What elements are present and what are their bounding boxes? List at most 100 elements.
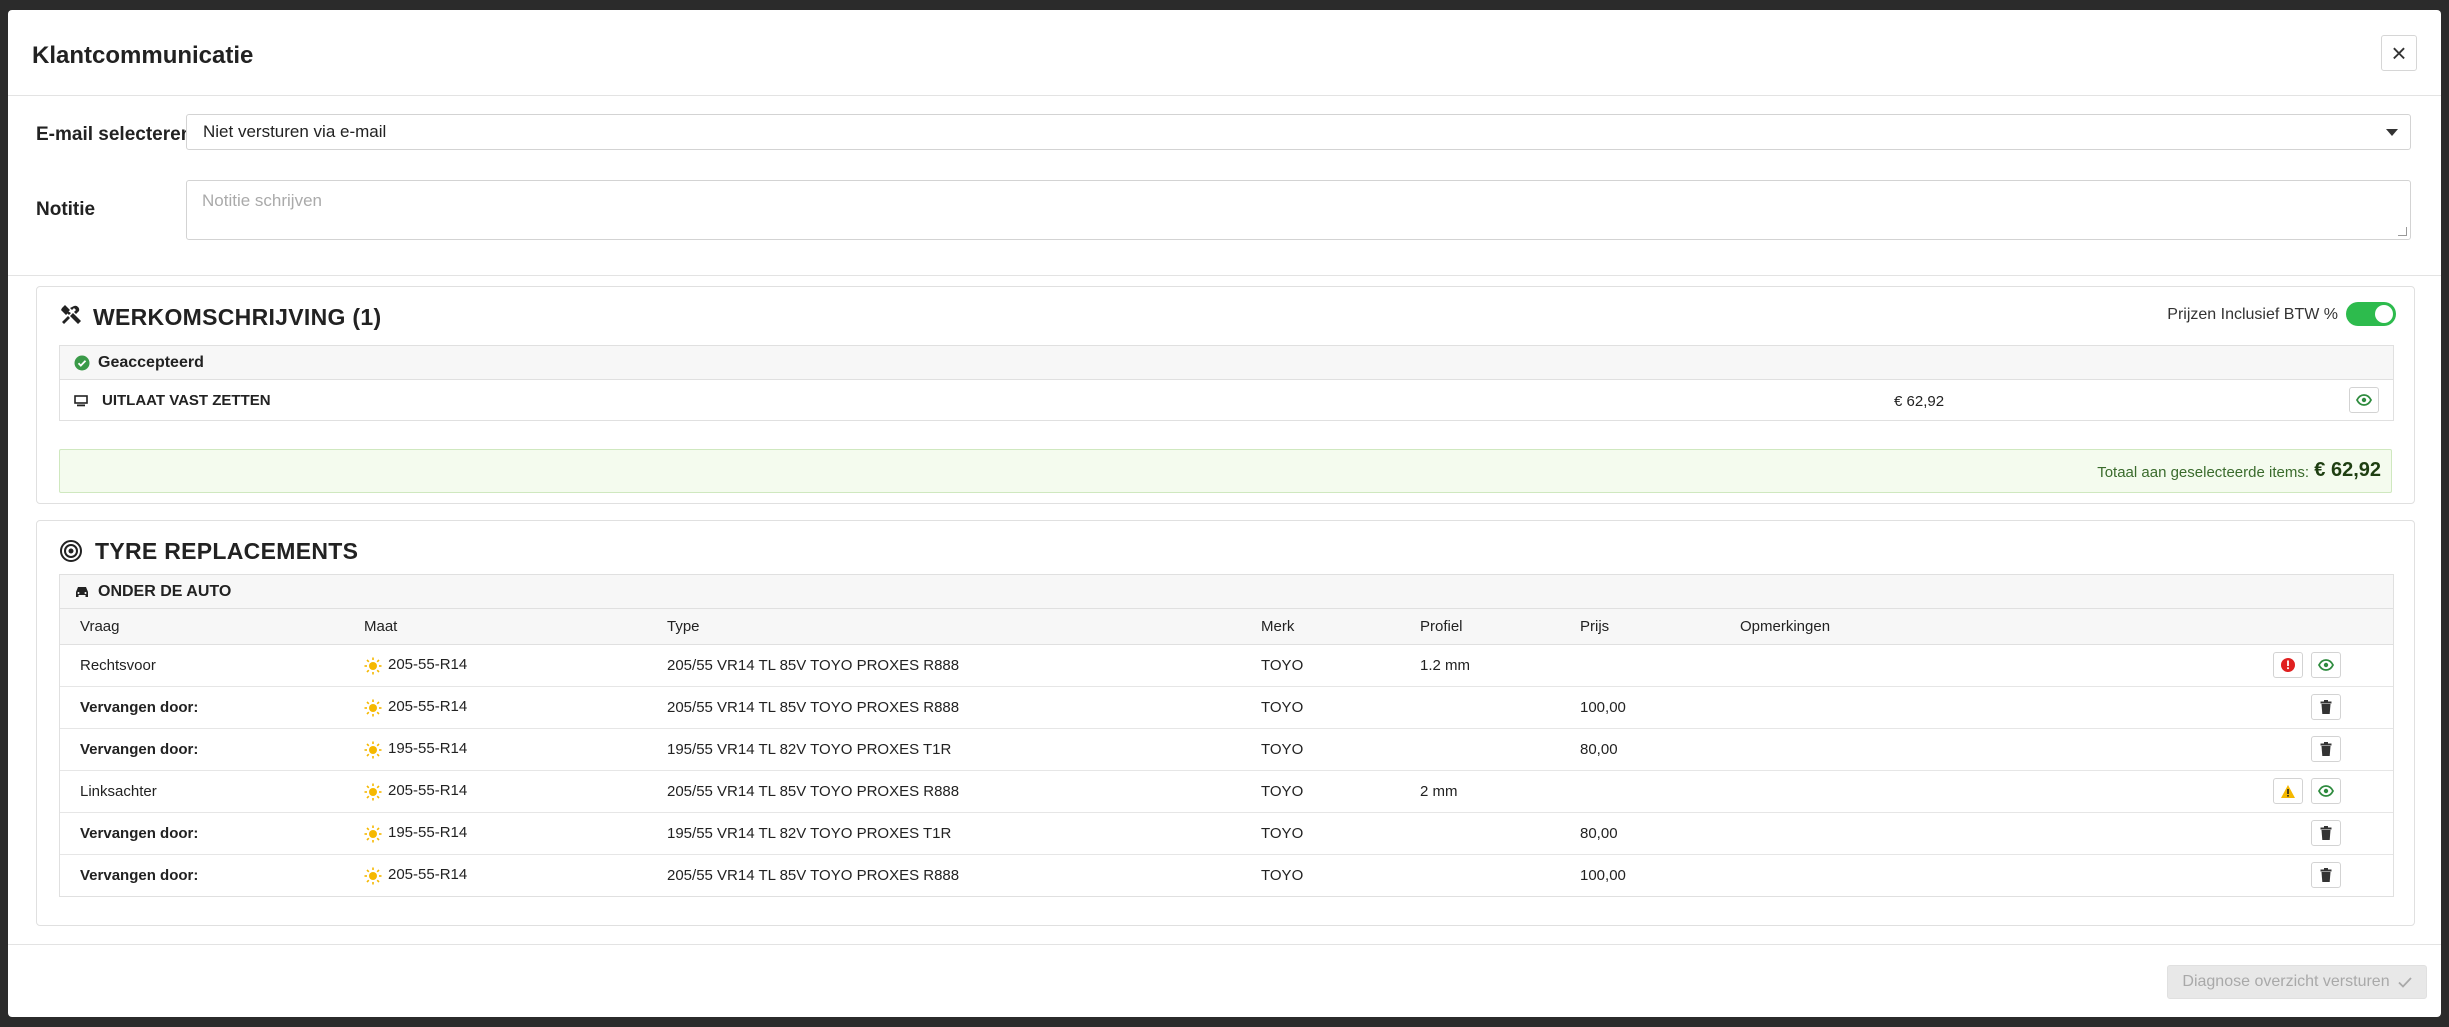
- total-value: € 62,92: [2314, 459, 2381, 481]
- cell-merk: TOYO: [1261, 812, 1420, 855]
- cell-merk-text: TOYO: [1261, 825, 1304, 842]
- cell-maat: 205-55-R14: [364, 855, 667, 897]
- cell-type: 195/55 VR14 TL 82V TOYO PROXES T1R: [667, 728, 1261, 771]
- monitor-icon: [74, 395, 88, 407]
- tools-icon: [61, 305, 81, 324]
- total-label: Totaal aan geselecteerde items:: [2097, 464, 2309, 481]
- cell-type-text: 205/55 VR14 TL 85V TOYO PROXES R888: [667, 783, 960, 800]
- under-car-group-label: ONDER DE AUTO: [98, 583, 232, 600]
- close-button[interactable]: ×: [2381, 35, 2417, 71]
- column-header-maat: Maat: [364, 609, 667, 645]
- column-header-type: Type: [667, 609, 1261, 645]
- modal-title: Klantcommunicatie: [32, 42, 254, 69]
- column-header-opmerkingen: Opmerkingen: [1740, 609, 2393, 645]
- row-actions: [2273, 778, 2341, 804]
- check-circle-icon: [74, 355, 90, 371]
- column-header-profiel: Profiel: [1420, 609, 1580, 645]
- cell-type-text: 205/55 VR14 TL 85V TOYO PROXES R888: [667, 867, 960, 884]
- work-title: WERKOMSCHRIJVING (1): [93, 304, 382, 330]
- view-button[interactable]: [2311, 652, 2341, 678]
- work-description-card: WERKOMSCHRIJVING (1) Prijzen Inclusief B…: [36, 286, 2415, 504]
- cell-profiel-text: 2 mm: [1420, 783, 1458, 800]
- vat-toggle-label: Prijzen Inclusief BTW %: [2167, 306, 2338, 323]
- delete-button[interactable]: [2311, 862, 2341, 888]
- cell-maat-text: 205-55-R14: [388, 698, 468, 716]
- note-placeholder: Notitie schrijven: [202, 191, 322, 210]
- cell-vraag-text: Vervangen door:: [80, 867, 199, 884]
- cell-profiel: [1420, 728, 1580, 771]
- tyre-replacements-card: TYRE REPLACEMENTS ONDER DE AUTO Vraag Ma…: [36, 520, 2415, 926]
- error-icon: [2281, 658, 2295, 672]
- email-select[interactable]: Niet versturen via e-mail: [186, 114, 2411, 150]
- cell-vraag-text: Vervangen door:: [80, 825, 199, 842]
- cell-maat-text: 195-55-R14: [388, 824, 468, 842]
- cell-prijs: 80,00: [1580, 812, 1740, 855]
- cell-prijs: [1580, 770, 1740, 813]
- send-diagnosis-label: Diagnose overzicht versturen: [2182, 973, 2390, 990]
- modal-dialog: Klantcommunicatie × E-mail selecteren* N…: [8, 10, 2441, 1017]
- work-item-row: UITLAAT VAST ZETTEN € 62,92: [60, 380, 2393, 420]
- tyre-icon: [60, 540, 82, 562]
- vat-toggle[interactable]: [2346, 302, 2396, 326]
- check-icon: [2397, 976, 2412, 988]
- delete-button[interactable]: [2311, 820, 2341, 846]
- row-actions: [2311, 694, 2341, 720]
- cell-vraag: Rechtsvoor: [60, 644, 364, 687]
- cell-type-text: 205/55 VR14 TL 85V TOYO PROXES R888: [667, 699, 960, 716]
- table-row: Vervangen door: 205-55-R14 205/55 VR14 TL …: [60, 855, 2393, 897]
- cell-vraag: Vervangen door:: [60, 812, 364, 855]
- column-header-prijs: Prijs: [1580, 609, 1740, 645]
- cell-maat-text: 205-55-R14: [388, 866, 468, 884]
- warning-icon: [2281, 784, 2295, 798]
- cell-profiel: [1420, 855, 1580, 897]
- cell-merk: TOYO: [1261, 686, 1420, 729]
- work-item-label: UITLAAT VAST ZETTEN: [102, 392, 271, 409]
- cell-maat-text: 205-55-R14: [388, 782, 468, 800]
- cell-merk: TOYO: [1261, 855, 1420, 897]
- email-label: E-mail selecteren*: [36, 124, 201, 146]
- summer-tyre-icon: [364, 657, 382, 675]
- cell-merk: TOYO: [1261, 728, 1420, 771]
- summer-tyre-icon: [364, 741, 382, 759]
- accepted-group: Geaccepteerd UITLAAT VAST ZETTEN € 62,92: [59, 345, 2394, 421]
- cell-opmerkingen: [1740, 812, 2393, 855]
- accepted-group-label: Geaccepteerd: [98, 354, 204, 371]
- column-header-merk: Merk: [1261, 609, 1420, 645]
- cell-maat: 205-55-R14: [364, 770, 667, 813]
- warning-indicator-button[interactable]: [2273, 778, 2303, 804]
- cell-profiel-text: 1.2 mm: [1420, 657, 1471, 674]
- cell-prijs-text: 100,00: [1580, 867, 1626, 884]
- cell-profiel: 1.2 mm: [1420, 644, 1580, 687]
- cell-merk-text: TOYO: [1261, 699, 1304, 716]
- car-icon: [76, 587, 88, 597]
- cell-vraag-text: Vervangen door:: [80, 699, 199, 716]
- work-item-price: € 62,92: [1894, 393, 1945, 410]
- resize-handle[interactable]: [2398, 227, 2407, 236]
- cell-prijs: [1580, 644, 1740, 687]
- note-label: Notitie: [36, 199, 96, 220]
- cell-prijs: 100,00: [1580, 855, 1740, 897]
- cell-prijs: 80,00: [1580, 728, 1740, 771]
- error-indicator-button[interactable]: [2273, 652, 2303, 678]
- close-icon: ×: [2391, 38, 2407, 68]
- eye-icon: [2356, 394, 2372, 406]
- summer-tyre-icon: [364, 783, 382, 801]
- delete-button[interactable]: [2311, 736, 2341, 762]
- view-button[interactable]: [2311, 778, 2341, 804]
- cell-type: 205/55 VR14 TL 85V TOYO PROXES R888: [667, 686, 1261, 729]
- view-work-item-button[interactable]: [2349, 387, 2379, 413]
- cell-type: 195/55 VR14 TL 82V TOYO PROXES T1R: [667, 812, 1261, 855]
- note-textarea[interactable]: Notitie schrijven: [186, 180, 2411, 240]
- trash-icon: [2320, 700, 2332, 714]
- cell-opmerkingen: [1740, 728, 2393, 771]
- email-select-value: Niet versturen via e-mail: [203, 122, 387, 141]
- delete-button[interactable]: [2311, 694, 2341, 720]
- cell-vraag-text: Vervangen door:: [80, 741, 199, 758]
- trash-icon: [2320, 742, 2332, 756]
- cell-prijs: 100,00: [1580, 686, 1740, 729]
- cell-merk-text: TOYO: [1261, 867, 1304, 884]
- row-actions: [2311, 820, 2341, 846]
- cell-merk: TOYO: [1261, 644, 1420, 687]
- send-diagnosis-button[interactable]: Diagnose overzicht versturen: [2167, 965, 2427, 999]
- cell-profiel: 2 mm: [1420, 770, 1580, 813]
